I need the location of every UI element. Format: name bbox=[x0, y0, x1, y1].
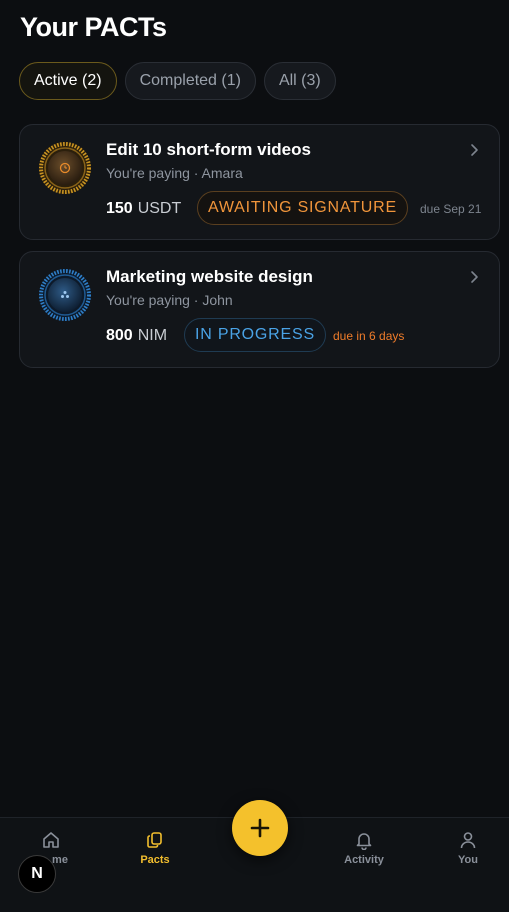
nav-label: Activity bbox=[344, 854, 384, 866]
due-date: due Sep 21 bbox=[420, 202, 482, 216]
tab-active[interactable]: Active (2) bbox=[19, 62, 117, 100]
gold-dial-emblem-icon bbox=[39, 142, 91, 194]
status-badge: IN PROGRESS bbox=[184, 318, 326, 352]
amount-currency: USDT bbox=[137, 200, 182, 217]
create-pact-button[interactable] bbox=[232, 800, 288, 856]
chevron-right-icon bbox=[471, 144, 478, 156]
pact-card[interactable]: Marketing website design You're paying ·… bbox=[19, 251, 500, 368]
due-date: due in 6 days bbox=[333, 329, 405, 343]
pact-card[interactable]: Edit 10 short-form videos You're paying … bbox=[19, 124, 500, 240]
pact-subtitle: You're paying · John bbox=[106, 292, 233, 308]
pact-subtitle: You're paying · Amara bbox=[106, 165, 243, 181]
pacts-icon bbox=[147, 832, 162, 848]
amount-value: 800 bbox=[106, 327, 133, 344]
user-icon bbox=[460, 832, 476, 849]
pact-amount: 800 NIM bbox=[106, 327, 167, 345]
amount-value: 150 bbox=[106, 200, 133, 217]
filter-tabs: Active (2) Completed (1) All (3) bbox=[19, 62, 336, 100]
nav-label: Pacts bbox=[140, 854, 170, 866]
home-icon bbox=[43, 832, 59, 848]
dev-overlay-badge[interactable]: N bbox=[18, 855, 56, 893]
pact-title: Marketing website design bbox=[106, 267, 313, 286]
tab-completed[interactable]: Completed (1) bbox=[124, 62, 256, 100]
nav-item-you[interactable]: You bbox=[433, 830, 503, 866]
pact-title: Edit 10 short-form videos bbox=[106, 140, 311, 159]
bell-icon bbox=[356, 833, 372, 850]
chevron-right-icon bbox=[471, 271, 478, 283]
page-title: Your PACTs bbox=[20, 12, 167, 42]
pact-amount: 150 USDT bbox=[106, 200, 181, 218]
plus-icon bbox=[250, 818, 270, 838]
tab-all[interactable]: All (3) bbox=[263, 62, 336, 100]
blue-dial-emblem-icon bbox=[39, 269, 91, 321]
nav-item-activity[interactable]: Activity bbox=[329, 830, 399, 866]
nav-item-pacts[interactable]: Pacts bbox=[120, 830, 190, 866]
nav-label: You bbox=[458, 854, 478, 866]
status-badge: AWAITING SIGNATURE bbox=[197, 191, 408, 225]
amount-currency: NIM bbox=[137, 327, 168, 344]
